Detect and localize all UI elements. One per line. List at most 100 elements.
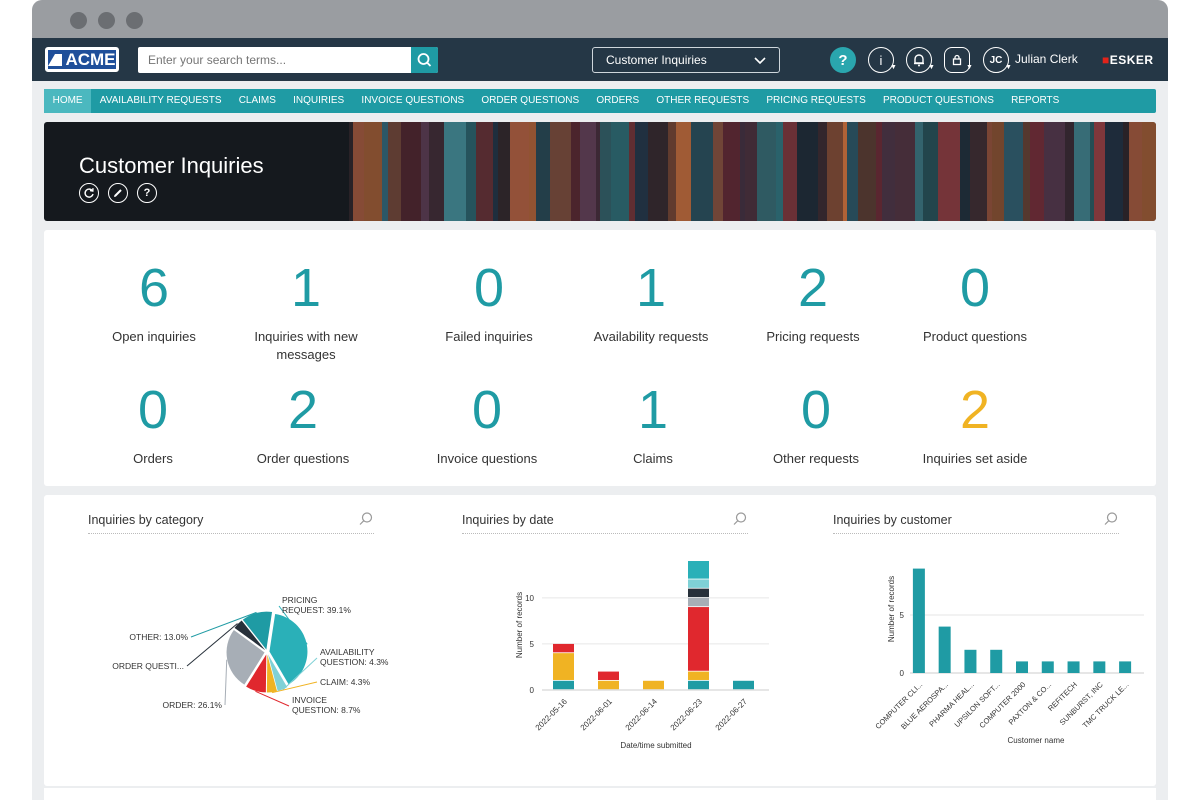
- acme-logo[interactable]: ACME: [45, 47, 119, 72]
- window-control-close[interactable]: [70, 12, 87, 29]
- page-banner: Customer Inquiries ?: [44, 122, 1156, 221]
- zoom-icon[interactable]: [732, 511, 748, 527]
- banner-stripe: [992, 122, 1004, 221]
- bar-segment[interactable]: [598, 680, 619, 690]
- bar[interactable]: [990, 649, 1003, 673]
- bar-segment[interactable]: [553, 653, 574, 680]
- search-input[interactable]: [138, 47, 408, 73]
- stat-value: 1: [635, 258, 667, 318]
- bar[interactable]: [964, 649, 977, 673]
- page-title: Customer Inquiries: [79, 153, 264, 178]
- banner-stripe: [713, 122, 723, 221]
- banner-stripe: [429, 122, 444, 221]
- stat-label: Product questions: [922, 329, 1028, 344]
- banner-stripe: [580, 122, 596, 221]
- bar[interactable]: [1016, 661, 1028, 673]
- stat-product-questions[interactable]: 0 Product questions: [890, 258, 1060, 346]
- window-control-minimize[interactable]: [98, 12, 115, 29]
- pie-slice-label: OTHER: 13.0%: [129, 632, 188, 642]
- bar[interactable]: [1093, 661, 1106, 673]
- nav-availability-requests[interactable]: AVAILABILITY REQUESTS: [91, 89, 230, 113]
- chart-title-date: Inquiries by date: [462, 511, 748, 534]
- nav-pricing-requests[interactable]: PRICING REQUESTS: [758, 89, 875, 113]
- bar-segment[interactable]: [688, 597, 709, 607]
- stat-label: Failed inquiries: [445, 329, 533, 344]
- caret-down-icon: ▼: [1005, 64, 1012, 71]
- nav-other-requests[interactable]: OTHER REQUESTS: [648, 89, 758, 113]
- x-axis-label: Customer name: [1008, 736, 1065, 745]
- stat-label: Order questions: [256, 451, 350, 466]
- main-nav: HOME AVAILABILITY REQUESTS CLAIMS INQUIR…: [44, 89, 1156, 113]
- bar[interactable]: [938, 626, 951, 673]
- search-button[interactable]: [411, 47, 438, 73]
- stat-value: 0: [800, 380, 832, 440]
- bar-segment[interactable]: [688, 579, 709, 588]
- nav-inquiries[interactable]: INQUIRIES: [285, 89, 353, 113]
- bar-segment[interactable]: [688, 607, 709, 671]
- stat-pricing-requests[interactable]: 2 Pricing requests: [728, 258, 898, 346]
- view-selector-dropdown[interactable]: Customer Inquiries: [592, 47, 780, 73]
- view-selector-value: Customer Inquiries: [606, 53, 707, 67]
- stat-orders[interactable]: 0 Orders: [68, 380, 238, 468]
- chart-title-customer: Inquiries by customer: [833, 511, 1119, 534]
- bar-segment[interactable]: [733, 680, 754, 690]
- banner-stripe: [536, 122, 550, 221]
- bar[interactable]: [912, 568, 925, 673]
- user-name[interactable]: Julian Clerk: [1015, 52, 1078, 66]
- stat-order-questions[interactable]: 2 Order questions: [218, 380, 388, 468]
- zoom-icon[interactable]: [1103, 511, 1119, 527]
- pie-leader-line: [255, 690, 290, 707]
- stat-other-requests[interactable]: 0 Other requests: [731, 380, 901, 468]
- banner-stripe: [596, 122, 600, 221]
- stat-invoice-questions[interactable]: 0 Invoice questions: [402, 380, 572, 468]
- nav-claims[interactable]: CLAIMS: [230, 89, 284, 113]
- pie-slice-label: CLAIM: 4.3%: [320, 677, 371, 687]
- pie-slice-label: PRICING REQUEST: 39.1%: [282, 595, 351, 615]
- bar[interactable]: [1067, 661, 1080, 673]
- bar-segment[interactable]: [553, 680, 574, 690]
- bar-segment[interactable]: [688, 588, 709, 598]
- bar-segment[interactable]: [688, 671, 709, 680]
- browser-window: ACME Customer Inquiries ? i ▼ ▼ ▼ JC ▼ J…: [32, 0, 1168, 800]
- banner-stripe: [1044, 122, 1065, 221]
- stat-label: Other requests: [773, 451, 859, 466]
- bar-segment[interactable]: [643, 680, 664, 690]
- stat-claims[interactable]: 1 Claims: [568, 380, 738, 468]
- stat-availability-requests[interactable]: 1 Availability requests: [566, 258, 736, 346]
- banner-stripe: [648, 122, 668, 221]
- banner-stripe: [1065, 122, 1074, 221]
- bar-segment[interactable]: [598, 671, 619, 680]
- stat-open-inquiries[interactable]: 6 Open inquiries: [69, 258, 239, 346]
- stat-inquiries-new-messages[interactable]: 1 Inquiries with new messages: [221, 258, 391, 364]
- nav-home[interactable]: HOME: [44, 89, 92, 113]
- banner-stripe: [876, 122, 882, 221]
- bar[interactable]: [1119, 661, 1132, 673]
- nav-order-questions[interactable]: ORDER QUESTIONS: [473, 89, 588, 113]
- bar-segment[interactable]: [688, 680, 709, 690]
- banner-stripe: [529, 122, 536, 221]
- bar-segment[interactable]: [688, 561, 709, 579]
- bar[interactable]: [1041, 661, 1054, 673]
- caret-down-icon: ▼: [966, 64, 973, 71]
- nav-product-questions[interactable]: PRODUCT QUESTIONS: [874, 89, 1002, 113]
- nav-invoice-questions[interactable]: INVOICE QUESTIONS: [353, 89, 473, 113]
- stat-value: 0: [471, 380, 503, 440]
- edit-icon[interactable]: [108, 183, 128, 203]
- bar-segment[interactable]: [553, 643, 574, 653]
- nav-orders[interactable]: ORDERS: [588, 89, 648, 113]
- pie-slice-label: ORDER QUESTI...: [112, 661, 184, 671]
- nav-reports[interactable]: REPORTS: [1003, 89, 1068, 113]
- help-icon[interactable]: ?: [830, 47, 856, 73]
- y-tick-label: 0: [530, 686, 535, 695]
- stat-inquiries-set-aside[interactable]: 2 Inquiries set aside: [890, 380, 1060, 468]
- y-axis-label: Number of records: [515, 592, 524, 658]
- refresh-icon[interactable]: [79, 183, 99, 203]
- zoom-icon[interactable]: [358, 511, 374, 527]
- x-tick-label: UPSILON SOFT...: [953, 680, 1002, 729]
- help-icon[interactable]: ?: [137, 183, 157, 203]
- x-tick-label: BLUE AEROSPA...: [899, 680, 950, 731]
- stat-failed-inquiries[interactable]: 0 Failed inquiries: [404, 258, 574, 346]
- banner-stripe: [629, 122, 635, 221]
- banner-stripe: [388, 122, 401, 221]
- window-control-maximize[interactable]: [126, 12, 143, 29]
